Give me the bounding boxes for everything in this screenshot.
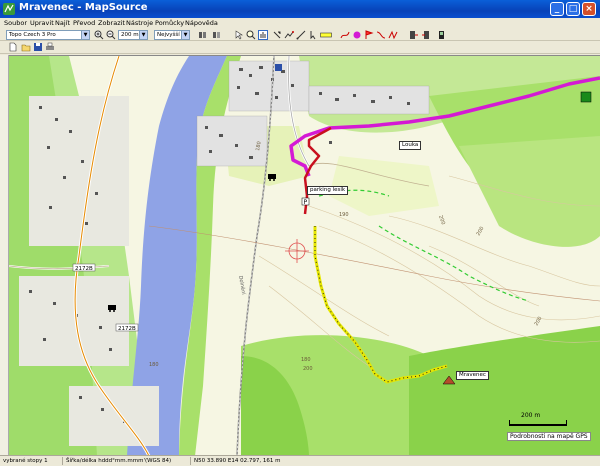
zoom-scale-select[interactable]: 200 m ▼ xyxy=(118,30,148,40)
scale-label: 200 m xyxy=(521,412,541,419)
track-join-icon[interactable] xyxy=(388,30,398,40)
menu-prevod[interactable]: Převod xyxy=(73,18,95,29)
map-product-icon[interactable] xyxy=(198,30,208,40)
waypoint-label-mravenec[interactable]: Mravenec xyxy=(456,371,489,380)
hand-tool-icon[interactable] xyxy=(258,30,268,40)
open-folder-icon[interactable] xyxy=(21,42,31,52)
select-tool-icon[interactable] xyxy=(234,30,244,40)
svg-text:P: P xyxy=(304,199,308,206)
menu-napoveda[interactable]: Nápověda xyxy=(185,18,218,29)
waypoint-label-louka[interactable]: Louka xyxy=(399,141,422,150)
window-title: Mravenec - MapSource xyxy=(19,2,148,13)
waypoint-tool-icon[interactable] xyxy=(272,30,282,40)
road-number-label: 2172B xyxy=(118,326,136,332)
measure-tool-icon[interactable] xyxy=(296,30,306,40)
track-icon[interactable] xyxy=(340,30,350,40)
new-file-icon[interactable] xyxy=(8,42,18,52)
status-bar: vybrané stopy 1 Šířka/délka hddd°mm.mmm'… xyxy=(0,455,600,465)
menu-pomucky[interactable]: Pomůcky xyxy=(155,18,184,29)
print-icon[interactable] xyxy=(45,42,55,52)
bus-stop-icon xyxy=(275,64,282,71)
file-toolbar xyxy=(0,41,600,54)
zoom-tool-icon[interactable] xyxy=(246,30,256,40)
map-toolbar: Topo Czech 3 Pro ▼ 200 m ▼ Nejvyšší ▼ xyxy=(0,29,600,41)
map-product-2-icon[interactable] xyxy=(212,30,222,40)
svg-text:190: 190 xyxy=(339,212,349,218)
status-separator xyxy=(190,457,191,465)
mapsource-app-icon xyxy=(3,3,15,15)
route-color-icon[interactable] xyxy=(352,30,362,40)
menu-najit[interactable]: Najít xyxy=(55,18,70,29)
chevron-down-icon: ▼ xyxy=(139,31,147,39)
receive-from-device-icon[interactable] xyxy=(408,30,418,40)
menu-zobrazit[interactable]: Zobrazit xyxy=(98,18,125,29)
svg-text:180: 180 xyxy=(149,362,159,368)
device-icon[interactable] xyxy=(436,30,446,40)
map-view[interactable]: P 2172B 2172B Dolnění 180 200 200 180 20… xyxy=(9,55,600,455)
road-number-label: 2172B xyxy=(75,266,93,272)
detail-value: Nejvyšší xyxy=(157,32,180,38)
save-icon[interactable] xyxy=(33,42,43,52)
status-separator xyxy=(62,457,63,465)
waypoint-label-parking[interactable]: parking lesík xyxy=(307,186,349,195)
left-margin xyxy=(0,55,9,455)
pointer-tool-icon[interactable] xyxy=(308,30,318,40)
ruler-tool-icon[interactable] xyxy=(320,30,332,40)
topo-map[interactable]: P 2172B 2172B Dolnění 180 200 200 180 20… xyxy=(9,56,600,455)
waypoint-box-icon xyxy=(580,91,592,103)
svg-text:200: 200 xyxy=(303,366,313,372)
product-select-value: Topo Czech 3 Pro xyxy=(9,32,56,38)
close-button[interactable]: × xyxy=(582,2,596,16)
menu-nastroje[interactable]: Nástroje xyxy=(126,18,153,29)
maximize-button[interactable]: □ xyxy=(566,2,580,16)
title-bar: Mravenec - MapSource _ □ × xyxy=(0,0,600,18)
detail-select[interactable]: Nejvyšší ▼ xyxy=(154,30,190,40)
route-tool-icon[interactable] xyxy=(284,30,294,40)
send-to-device-icon[interactable] xyxy=(422,30,432,40)
track-split-icon[interactable] xyxy=(376,30,386,40)
zoom-out-icon[interactable] xyxy=(106,30,116,40)
flag-icon[interactable] xyxy=(364,30,374,40)
zoom-in-icon[interactable] xyxy=(94,30,104,40)
menu-upravit[interactable]: Upravit xyxy=(30,18,54,29)
chevron-down-icon: ▼ xyxy=(81,31,89,39)
svg-text:180: 180 xyxy=(301,357,311,363)
product-select[interactable]: Topo Czech 3 Pro ▼ xyxy=(6,30,90,40)
menu-soubor[interactable]: Soubor xyxy=(4,18,27,29)
parking-icon[interactable]: P xyxy=(301,197,310,206)
minimize-button[interactable]: _ xyxy=(550,2,564,16)
gps-detail-notice: Podrobnosti na mapě GPS xyxy=(507,432,591,441)
menu-bar: Soubor Upravit Najít Převod Zobrazit Nás… xyxy=(0,18,600,29)
chevron-down-icon: ▼ xyxy=(181,31,189,39)
zoom-scale-value: 200 m xyxy=(121,32,139,38)
